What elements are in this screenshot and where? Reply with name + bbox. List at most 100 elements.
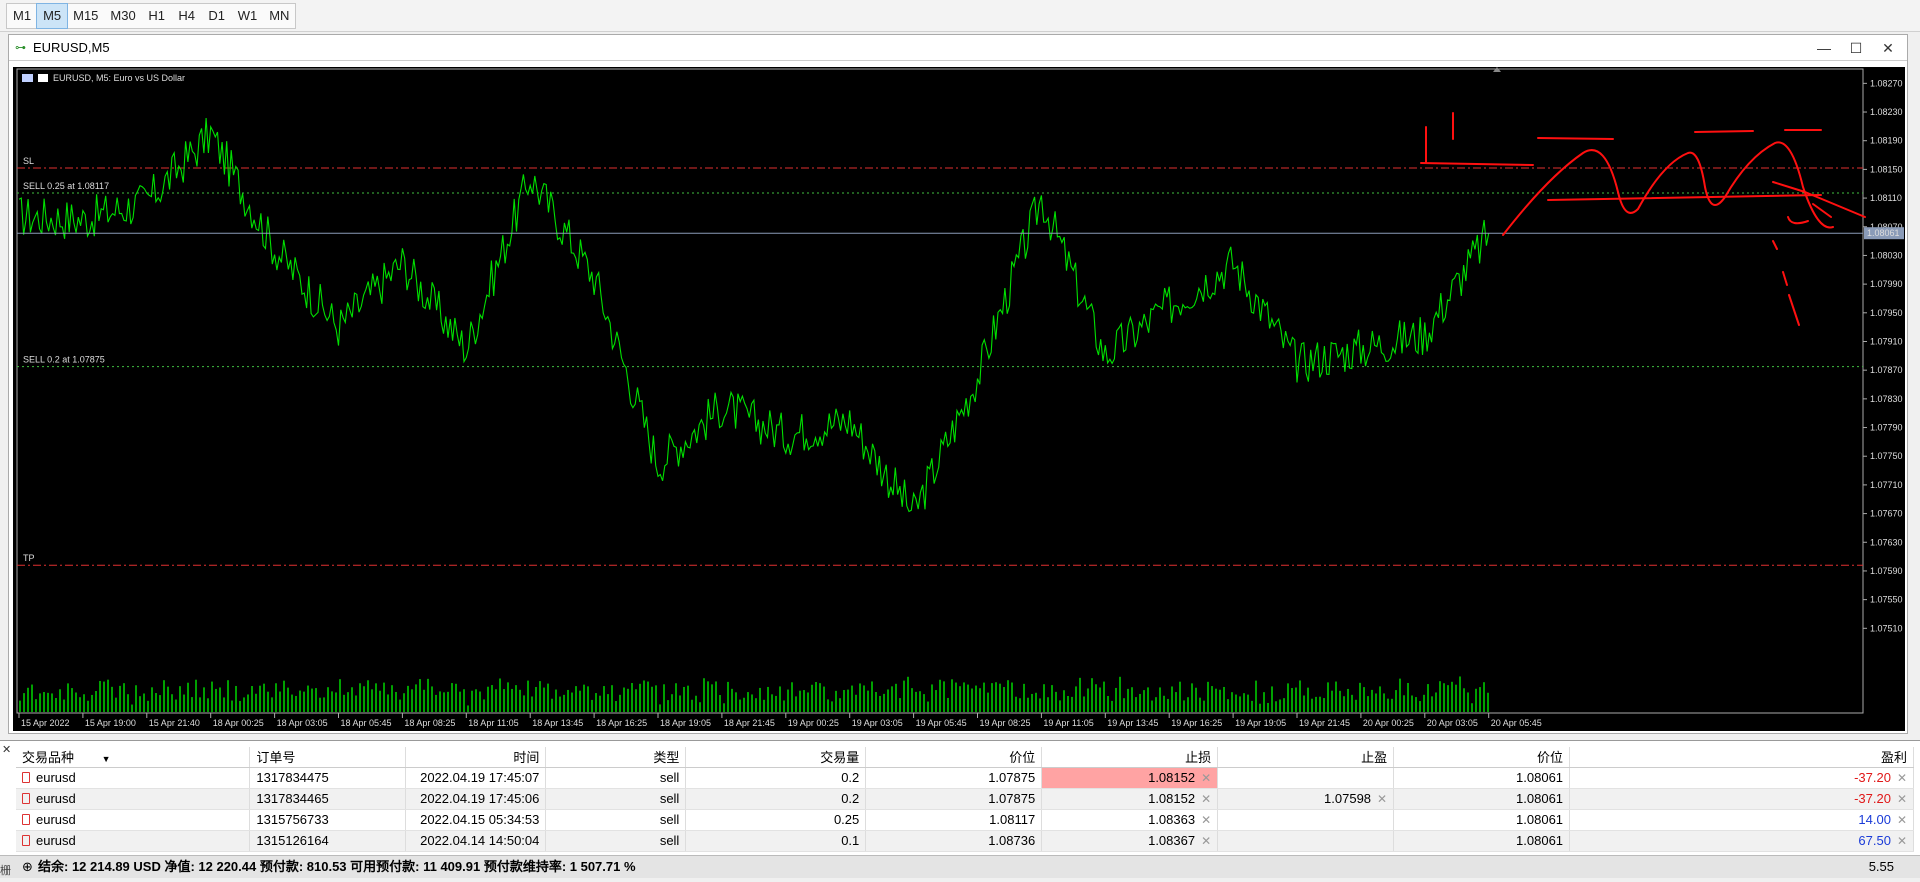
cell-price: 1.08061 bbox=[1393, 767, 1571, 789]
volume-bar bbox=[1183, 700, 1185, 712]
cell-profit[interactable]: 67.50 ✕ bbox=[1569, 830, 1914, 852]
volume-bar bbox=[387, 694, 389, 712]
cell-sl[interactable]: 1.08152 ✕ bbox=[1041, 788, 1219, 810]
timeframe-d1-button[interactable]: D1 bbox=[202, 4, 232, 28]
position-row[interactable]: eurusd 1315756733 2022.04.15 05:34:53 sell 0… bbox=[16, 809, 1914, 831]
timeframe-m5-button[interactable]: M5 bbox=[36, 3, 69, 29]
col-volume[interactable]: 交易量 bbox=[685, 747, 867, 768]
volume-bar bbox=[135, 685, 137, 712]
volume-bar bbox=[1175, 692, 1177, 712]
cell-volume: 0.2 bbox=[685, 788, 867, 810]
cell-profit[interactable]: -37.20 ✕ bbox=[1569, 767, 1914, 789]
volume-bar bbox=[1451, 681, 1453, 712]
volume-bar bbox=[1223, 686, 1225, 712]
x-tick-label: 19 Apr 08:25 bbox=[980, 718, 1031, 728]
volume-bar bbox=[535, 686, 537, 712]
col-profit[interactable]: 盈利 bbox=[1569, 747, 1914, 768]
col-type[interactable]: 类型 bbox=[545, 747, 687, 768]
volume-bar bbox=[307, 685, 309, 712]
remove-sl-icon[interactable]: ✕ bbox=[1201, 771, 1211, 785]
col-price[interactable]: 价位 bbox=[1393, 747, 1571, 768]
volume-bar bbox=[759, 687, 761, 712]
remove-sl-icon[interactable]: ✕ bbox=[1201, 792, 1211, 806]
col-sl[interactable]: 止损 bbox=[1041, 747, 1219, 768]
volume-bar bbox=[123, 683, 125, 712]
maximize-icon[interactable]: ☐ bbox=[1843, 38, 1869, 58]
col-tp[interactable]: 止盈 bbox=[1217, 747, 1395, 768]
cell-tp[interactable]: 1.07598 ✕ bbox=[1217, 788, 1395, 810]
volume-bar bbox=[707, 681, 709, 712]
cell-price: 1.08061 bbox=[1393, 788, 1571, 810]
remove-sl-icon[interactable]: ✕ bbox=[1201, 813, 1211, 827]
cell-tp[interactable] bbox=[1217, 830, 1395, 852]
y-tick-label: 1.07790 bbox=[1870, 423, 1903, 433]
position-doc-icon bbox=[22, 814, 30, 825]
volume-bar bbox=[1407, 682, 1409, 712]
volume-bar bbox=[1135, 697, 1137, 712]
volume-bar bbox=[1091, 678, 1093, 712]
timeframe-h4-button[interactable]: H4 bbox=[172, 4, 202, 28]
volume-bar bbox=[315, 688, 317, 712]
col-open-price[interactable]: 价位 bbox=[865, 747, 1043, 768]
remove-tp-icon[interactable]: ✕ bbox=[1377, 792, 1387, 806]
y-tick-label: 1.07950 bbox=[1870, 308, 1903, 318]
volume-bar bbox=[1171, 686, 1173, 712]
volume-bar bbox=[1187, 697, 1189, 712]
price-chart[interactable]: SL SELL 0.25 at 1.08117 SELL 0.2 at 1.0787… bbox=[13, 67, 1905, 731]
cell-sl[interactable]: 1.08152 ✕ bbox=[1041, 767, 1219, 789]
volume-bar bbox=[843, 690, 845, 712]
volume-bar bbox=[1363, 687, 1365, 712]
volume-bar bbox=[1399, 678, 1401, 712]
volume-bar bbox=[1467, 692, 1469, 712]
sort-down-icon[interactable]: ▼ bbox=[102, 754, 111, 764]
expand-icon[interactable]: ⊕ bbox=[22, 856, 33, 878]
cell-profit[interactable]: 14.00 ✕ bbox=[1569, 809, 1914, 831]
close-position-icon[interactable]: ✕ bbox=[1897, 771, 1907, 785]
volume-bar bbox=[1303, 695, 1305, 712]
volume-bar bbox=[55, 698, 57, 712]
volume-bar bbox=[619, 694, 621, 712]
y-tick-label: 1.08110 bbox=[1870, 193, 1902, 203]
volume-bar bbox=[1391, 698, 1393, 712]
cell-tp[interactable] bbox=[1217, 767, 1395, 789]
timeframe-m30-button[interactable]: M30 bbox=[104, 4, 141, 28]
timeframe-h1-button[interactable]: H1 bbox=[142, 4, 172, 28]
volume-bar bbox=[1239, 696, 1241, 712]
volume-bar bbox=[335, 692, 337, 712]
volume-bar bbox=[503, 689, 505, 712]
close-position-icon[interactable]: ✕ bbox=[1897, 792, 1907, 806]
col-time[interactable]: 时间 bbox=[405, 747, 547, 768]
cell-sl[interactable]: 1.08367 ✕ bbox=[1041, 830, 1219, 852]
volume-bar bbox=[303, 691, 305, 712]
y-tick-label: 1.08150 bbox=[1870, 164, 1903, 174]
volume-bar bbox=[1279, 699, 1281, 712]
cell-sl[interactable]: 1.08363 ✕ bbox=[1041, 809, 1219, 831]
col-ticket[interactable]: 订单号 bbox=[249, 747, 407, 768]
volume-bar bbox=[915, 691, 917, 712]
close-icon[interactable]: ✕ bbox=[2, 743, 11, 756]
timeframe-mn-button[interactable]: MN bbox=[263, 4, 295, 28]
position-row[interactable]: eurusd 1317834465 2022.04.19 17:45:06 sell 0… bbox=[16, 788, 1914, 810]
timeframe-w1-button[interactable]: W1 bbox=[232, 4, 264, 28]
close-position-icon[interactable]: ✕ bbox=[1897, 813, 1907, 827]
volume-bar bbox=[167, 686, 169, 712]
volume-bar bbox=[479, 691, 481, 712]
volume-bar bbox=[207, 698, 209, 712]
volume-bar bbox=[999, 683, 1001, 712]
volume-bar bbox=[571, 692, 573, 712]
timeframe-m1-button[interactable]: M1 bbox=[7, 4, 37, 28]
cell-profit[interactable]: -37.20 ✕ bbox=[1569, 788, 1914, 810]
remove-sl-icon[interactable]: ✕ bbox=[1201, 834, 1211, 848]
close-position-icon[interactable]: ✕ bbox=[1897, 834, 1907, 848]
volume-bar bbox=[591, 699, 593, 712]
minimize-icon[interactable]: — bbox=[1811, 38, 1837, 58]
volume-bar bbox=[1319, 696, 1321, 712]
chart-caption: EURUSD, M5: Euro vs US Dollar bbox=[22, 73, 185, 83]
position-row[interactable]: eurusd 1317834475 2022.04.19 17:45:07 sell 0… bbox=[16, 767, 1914, 789]
close-icon[interactable]: ✕ bbox=[1875, 38, 1901, 58]
position-row[interactable]: eurusd 1315126164 2022.04.14 14:50:04 sell 0… bbox=[16, 830, 1914, 852]
volume-bar bbox=[1107, 695, 1109, 712]
col-symbol[interactable]: 交易品种 ▼ bbox=[16, 747, 251, 768]
cell-tp[interactable] bbox=[1217, 809, 1395, 831]
timeframe-m15-button[interactable]: M15 bbox=[67, 4, 104, 28]
